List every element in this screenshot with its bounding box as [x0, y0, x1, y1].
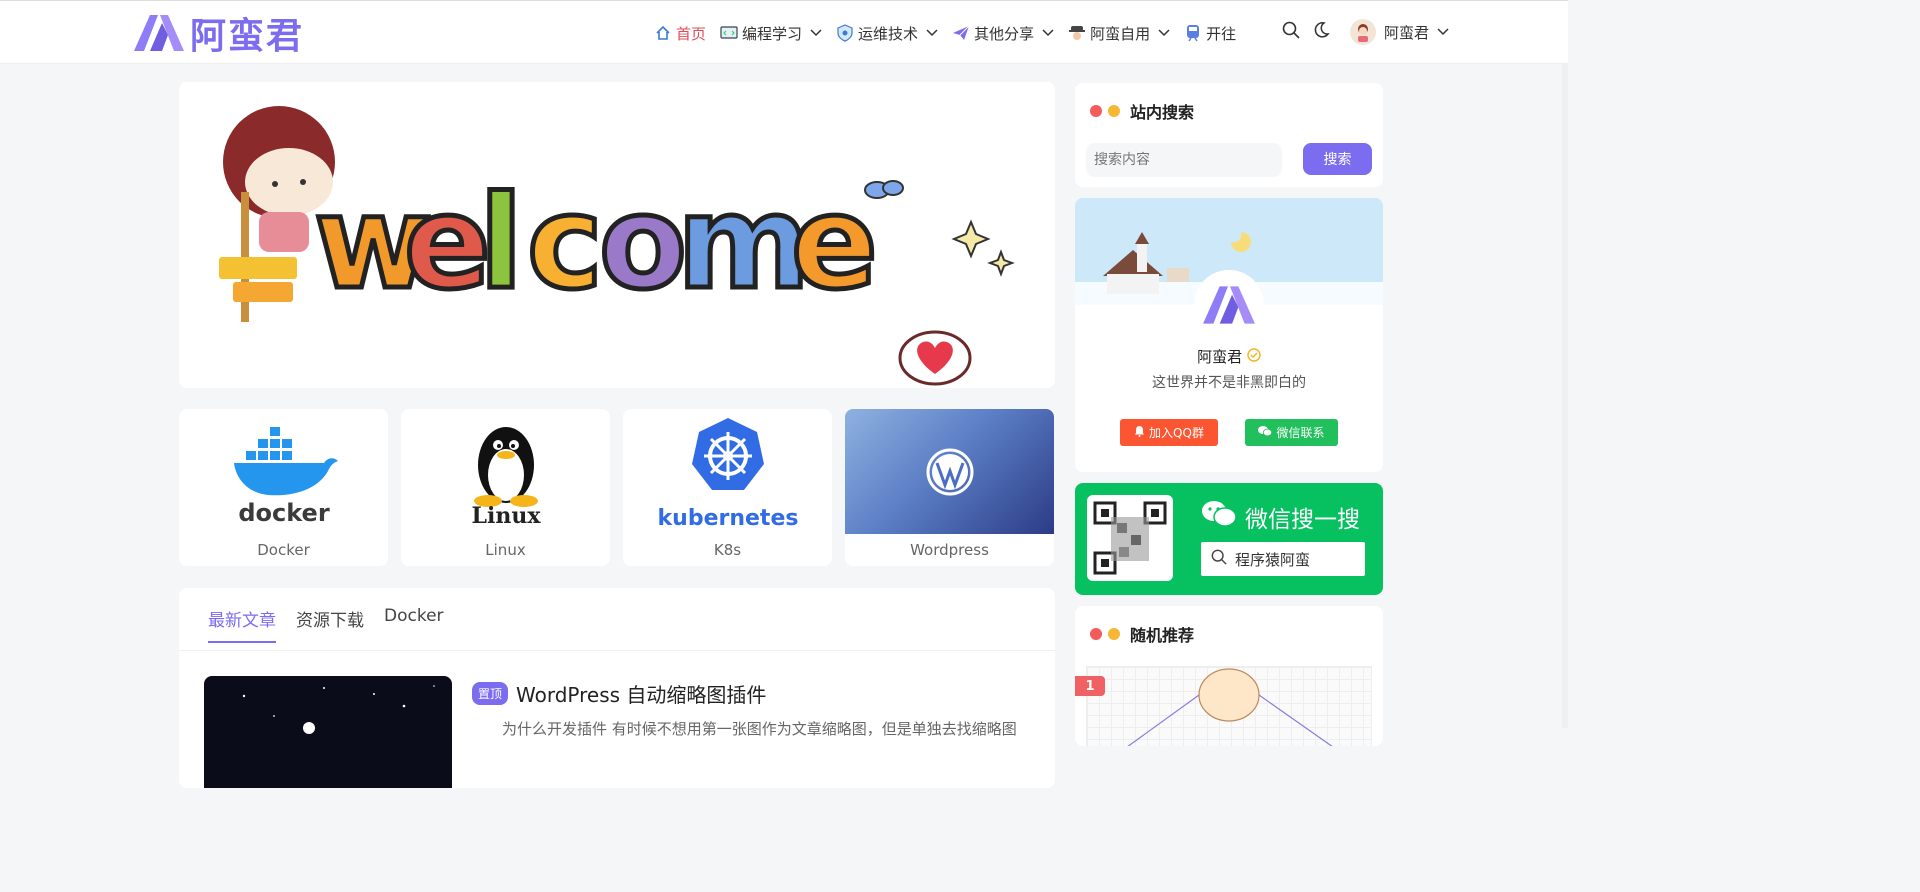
chevron-down-icon — [810, 29, 822, 37]
nav-item-programming[interactable]: 编程学习 — [720, 19, 822, 47]
code-screen-icon — [720, 24, 738, 42]
wechat-logo-icon — [1201, 499, 1237, 535]
svg-text:c: c — [527, 169, 603, 318]
recommend-thumbnail[interactable] — [1086, 666, 1372, 746]
nav-item-ops[interactable]: 运维技术 — [836, 19, 938, 47]
post-list: 最新文章 资源下载 Docker 置顶 WordPress 自动缩略图插件 为什… — [179, 588, 1055, 788]
nav-item-personal[interactable]: 阿蛮自用 — [1068, 19, 1170, 47]
docker-logo-text: docker — [238, 499, 329, 527]
kubernetes-logo-text: kubernetes — [657, 506, 798, 531]
kubernetes-logo: kubernetes — [623, 409, 832, 534]
nav-label: 阿蛮自用 — [1090, 24, 1151, 43]
avatar — [1350, 19, 1376, 45]
verified-icon — [1247, 348, 1261, 366]
search-button[interactable]: 搜索 — [1303, 143, 1372, 175]
random-recommend-widget: 随机推荐 1 — [1075, 606, 1383, 746]
join-qq-group-button[interactable]: 加入QQ群 — [1120, 419, 1218, 446]
site-search-widget: 站内搜索 搜索 — [1075, 83, 1383, 187]
page-scrollbar[interactable] — [1562, 64, 1568, 728]
linux-tux-logo: Linux — [401, 409, 610, 534]
search-icon[interactable] — [1282, 21, 1300, 43]
widget-title: 随机推荐 — [1090, 622, 1194, 646]
nav-label: 运维技术 — [858, 24, 919, 43]
profile-avatar[interactable] — [1194, 270, 1264, 340]
post-tabs: 最新文章 资源下载 Docker — [208, 606, 444, 643]
search-icon — [1211, 549, 1227, 569]
svg-text:e: e — [404, 169, 491, 318]
site-header: 阿蛮君 首页 编程学习 运维技术 其他分享 阿蛮自用 开往 阿蛮君 — [0, 0, 1568, 64]
category-card-wordpress[interactable]: Wordpress — [845, 409, 1054, 566]
title-dots-icon — [1090, 628, 1120, 640]
search-input[interactable] — [1086, 143, 1282, 177]
post-excerpt: 为什么开发插件 有时候不想用第一张图作为文章缩略图，但是单独去找缩略图 — [502, 720, 1017, 738]
rank-badge: 1 — [1075, 676, 1105, 696]
post-title-text: WordPress 自动缩略图插件 — [516, 683, 767, 707]
wordpress-cover — [845, 409, 1054, 534]
header-tools — [1282, 21, 1330, 43]
welcome-banner-image: w e l c o m e — [179, 82, 1055, 388]
tab-latest[interactable]: 最新文章 — [208, 606, 276, 643]
user-menu[interactable]: 阿蛮君 — [1350, 19, 1449, 45]
svg-text:o: o — [599, 169, 687, 318]
wechat-search-box[interactable]: 程序猿阿蛮 — [1201, 542, 1365, 576]
tab-docker[interactable]: Docker — [384, 606, 444, 643]
wechat-search-title: 微信搜一搜 — [1201, 499, 1360, 535]
chevron-down-icon — [926, 29, 938, 37]
dark-mode-moon-icon[interactable] — [1312, 21, 1330, 43]
category-card-k8s[interactable]: kubernetes K8s — [623, 409, 832, 566]
title-dots-icon — [1090, 105, 1120, 117]
wechat-icon — [1258, 425, 1273, 440]
category-label: K8s — [713, 541, 742, 559]
welcome-banner[interactable]: w e l c o m e — [179, 82, 1055, 388]
nav-item-home[interactable]: 首页 — [654, 19, 706, 47]
chevron-down-icon — [1042, 29, 1054, 37]
nav-item-share[interactable]: 其他分享 — [952, 19, 1054, 47]
nav-label: 其他分享 — [974, 24, 1035, 43]
shield-icon — [836, 24, 854, 42]
bell-icon — [1134, 425, 1145, 440]
svg-text:l: l — [479, 169, 523, 318]
wechat-search-widget[interactable]: 微信搜一搜 程序猿阿蛮 — [1075, 483, 1383, 595]
post-thumbnail[interactable] — [204, 676, 452, 788]
logo-mark-icon — [134, 15, 184, 51]
wechat-contact-button[interactable]: 微信联系 — [1245, 419, 1338, 446]
category-card-docker[interactable]: docker Docker — [179, 409, 388, 566]
category-card-linux[interactable]: Linux Linux — [401, 409, 610, 566]
author-profile-widget: 阿蛮君 这世界并不是非黑即白的 加入QQ群 微信联系 — [1075, 198, 1383, 472]
nav-label: 首页 — [676, 24, 707, 43]
category-label: Linux — [485, 541, 526, 559]
main-nav: 首页 编程学习 运维技术 其他分享 阿蛮自用 开往 — [654, 19, 1250, 47]
user-name: 阿蛮君 — [1384, 23, 1430, 42]
linux-logo-text: Linux — [471, 503, 541, 527]
pinned-badge: 置顶 — [472, 682, 509, 705]
paper-plane-icon — [952, 24, 970, 42]
wordpress-icon — [926, 448, 973, 495]
widget-title: 站内搜索 — [1090, 99, 1194, 123]
site-logo[interactable]: 阿蛮君 — [132, 11, 304, 57]
chevron-down-icon — [1158, 29, 1170, 37]
profile-bio: 这世界并不是非黑即白的 — [1152, 375, 1306, 391]
chevron-down-icon — [1437, 28, 1449, 36]
nav-item-travel[interactable]: 开往 — [1184, 19, 1236, 47]
train-icon — [1184, 24, 1202, 42]
nav-label: 开往 — [1206, 24, 1237, 43]
nav-label: 编程学习 — [742, 24, 803, 43]
qr-code — [1087, 495, 1173, 581]
home-icon — [654, 24, 672, 42]
profile-name: 阿蛮君 — [1075, 346, 1383, 367]
category-label: Wordpress — [910, 541, 989, 559]
logo-text: 阿蛮君 — [190, 15, 305, 57]
tabs-divider — [179, 650, 1055, 651]
tab-downloads[interactable]: 资源下载 — [296, 606, 364, 643]
post-title[interactable]: 置顶 WordPress 自动缩略图插件 — [472, 679, 766, 708]
spy-icon — [1068, 24, 1086, 42]
category-label: Docker — [257, 541, 310, 559]
docker-logo: docker — [179, 409, 388, 534]
